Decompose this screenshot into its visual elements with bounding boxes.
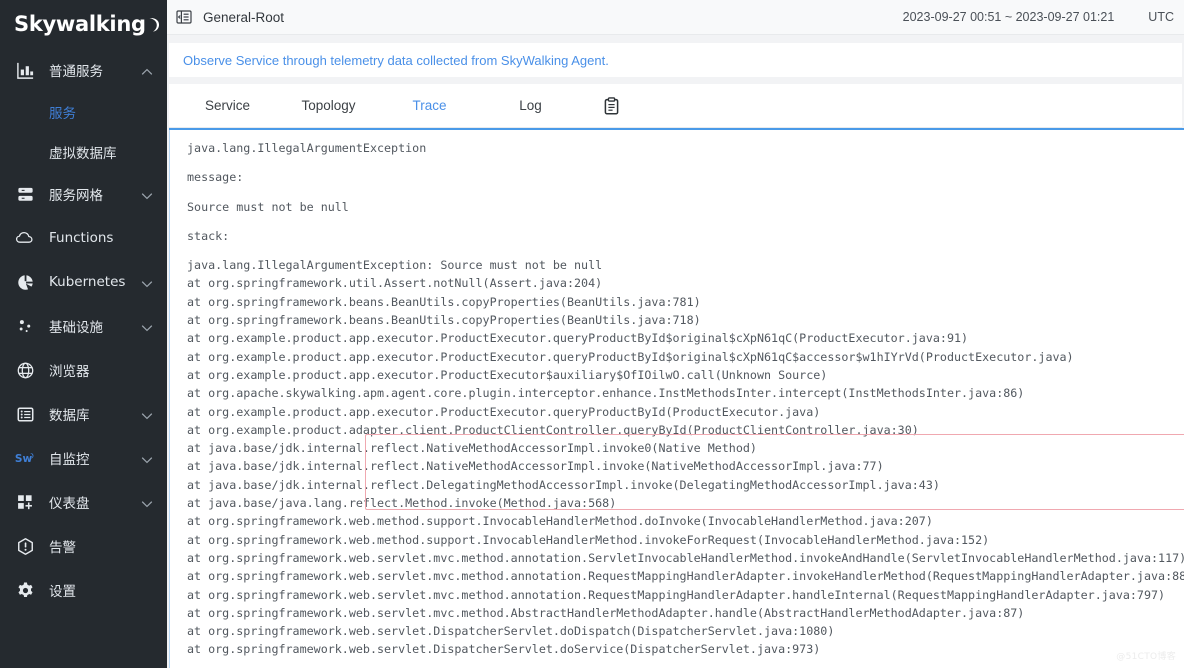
content-area: Observe Service through telemetry data c… [167, 35, 1184, 668]
sidebar-item-0[interactable]: 普通服务 [0, 48, 167, 92]
sidebar-subitem-0-0[interactable]: 服务 [0, 92, 167, 132]
alarm-exclamation-icon [14, 535, 36, 557]
tab-log[interactable]: Log [480, 84, 581, 127]
layers-icon [14, 183, 36, 205]
kubernetes-pie-icon [14, 271, 36, 293]
stack-label-block: stack: [187, 227, 1184, 245]
exception-class: java.lang.IllegalArgumentException [187, 141, 427, 155]
sidebar-item-6[interactable]: 数据库 [0, 392, 167, 436]
trace-panel: java.lang.IllegalArgumentException messa… [169, 128, 1184, 668]
skywalking-sw-icon: Sw [14, 447, 36, 469]
chevron-down-icon[interactable] [141, 276, 153, 288]
app-root: Skywalking 普通服务服务 虚拟数据库服务网格 Functions Kuber… [0, 0, 1184, 668]
gear-icon [14, 579, 36, 601]
sidebar-item-8[interactable]: 仪表盘 [0, 480, 167, 524]
sidebar-subitem-0-1[interactable]: 虚拟数据库 [0, 132, 167, 172]
watermark: @51CTO博客 [1116, 652, 1176, 662]
sidebar-item-label: 告警 [49, 540, 76, 556]
svg-text:Sw: Sw [15, 453, 33, 465]
sidebar-item-label: 浏览器 [49, 364, 90, 380]
sidebar-item-4[interactable]: 基础设施 [0, 304, 167, 348]
chevron-up-icon[interactable] [141, 64, 153, 76]
chevron-down-icon[interactable] [141, 496, 153, 508]
sidebar-item-label: 普通服务 [49, 64, 103, 80]
sidebar-item-label: 服务网格 [49, 188, 103, 204]
sidebar-item-5[interactable]: 浏览器 [0, 348, 167, 392]
page-title: General-Root [203, 9, 285, 25]
chart-bars-icon [14, 59, 36, 81]
sidebar-item-label: Kubernetes [49, 274, 126, 290]
tab-topology[interactable]: Topology [278, 84, 379, 127]
nodes-dots-icon [14, 315, 36, 337]
chevron-down-icon[interactable] [141, 408, 153, 420]
tab-service[interactable]: Service [177, 84, 278, 127]
globe-icon [14, 359, 36, 381]
dashboard-grid-icon [14, 491, 36, 513]
moon-icon [147, 17, 160, 32]
tab-bar: Service Topology Trace Log [169, 84, 1182, 128]
sidebar-item-label: Functions [49, 230, 114, 246]
sidebar: Skywalking 普通服务服务 虚拟数据库服务网格 Functions Kuber… [0, 0, 167, 668]
sidebar-item-label: 基础设施 [49, 320, 103, 336]
sidebar-item-10[interactable]: 设置 [0, 568, 167, 612]
stack-label: stack: [187, 228, 230, 243]
sidebar-item-label: 设置 [49, 584, 76, 600]
sidebar-item-label: 自监控 [49, 452, 90, 468]
brand-logo[interactable]: Skywalking [0, 0, 167, 48]
sidebar-item-1[interactable]: 服务网格 [0, 172, 167, 216]
message-value: Source must not be null [187, 199, 349, 214]
collapse-sidebar-icon[interactable] [175, 9, 192, 26]
brand-name: Skywalking [14, 12, 146, 36]
notice-bar: Observe Service through telemetry data c… [169, 43, 1182, 77]
sidebar-item-7[interactable]: Sw 自监控 [0, 436, 167, 480]
trace-scroll-region[interactable]: java.lang.IllegalArgumentException messa… [169, 130, 1184, 668]
chevron-down-icon[interactable] [141, 320, 153, 332]
sidebar-item-3[interactable]: Kubernetes [0, 260, 167, 304]
sidebar-nav: 普通服务服务 虚拟数据库服务网格 Functions Kubernetes 基础设施浏览… [0, 48, 167, 612]
top-bar: General-Root 2023-09-27 00:51 ~ 2023-09-… [167, 0, 1184, 35]
main-region: General-Root 2023-09-27 00:51 ~ 2023-09-… [167, 0, 1184, 668]
sidebar-item-label: 数据库 [49, 408, 90, 424]
clipboard-icon[interactable] [581, 96, 641, 115]
sidebar-item-2[interactable]: Functions [0, 216, 167, 260]
database-list-icon [14, 403, 36, 425]
notice-text: Observe Service through telemetry data c… [183, 52, 609, 68]
sidebar-item-9[interactable]: 告警 [0, 524, 167, 568]
time-range-display[interactable]: 2023-09-27 00:51 ~ 2023-09-27 01:21 [903, 10, 1115, 24]
stack-trace-lines: java.lang.IllegalArgumentException: Sour… [187, 258, 1184, 657]
tab-trace[interactable]: Trace [379, 84, 480, 127]
chevron-down-icon[interactable] [141, 188, 153, 200]
exception-class-block: java.lang.IllegalArgumentException [187, 139, 1184, 157]
message-value-block: Source must not be null [187, 198, 1184, 216]
sidebar-item-label: 仪表盘 [49, 496, 90, 512]
chevron-down-icon[interactable] [141, 452, 153, 464]
cloud-icon [14, 227, 36, 249]
message-label: message: [187, 170, 244, 185]
timezone-label[interactable]: UTC [1148, 10, 1174, 24]
message-label-block: message: [187, 168, 1184, 186]
